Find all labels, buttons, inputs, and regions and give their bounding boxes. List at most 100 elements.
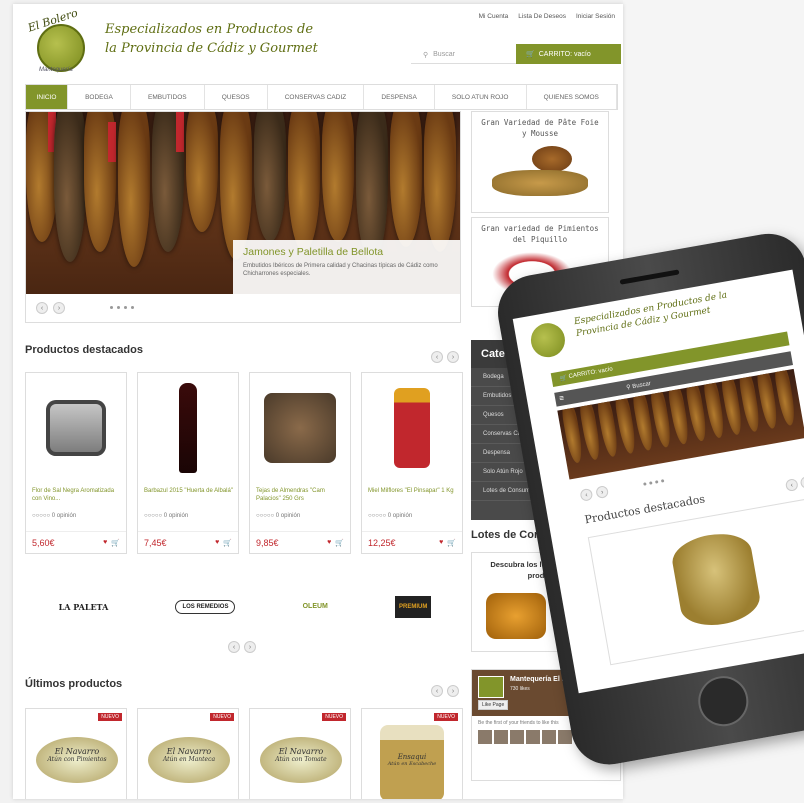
wishlist-heart-icon[interactable]: ♥ — [215, 539, 219, 547]
slider-dot[interactable] — [643, 482, 647, 486]
product-image — [250, 373, 350, 483]
brand-prev-button[interactable]: ‹ — [228, 641, 240, 653]
featured-title: Productos destacados — [25, 344, 143, 356]
product-card[interactable]: NUEVO El Navarro Atún con Tomate — [249, 708, 351, 799]
latest-arrows: ‹ › — [431, 685, 459, 697]
latest-next-button[interactable]: › — [447, 685, 459, 697]
brand-logo[interactable]: LA PALETA — [59, 602, 109, 612]
featured-next-button[interactable]: › — [447, 351, 459, 363]
slider-dot[interactable] — [660, 479, 665, 483]
food-toast-image — [492, 170, 588, 196]
slider-prev-button[interactable]: ‹ — [36, 302, 48, 314]
nav-quesos[interactable]: QUESOS — [205, 85, 268, 109]
avatar[interactable] — [558, 730, 572, 744]
product-name[interactable]: Miel Milflores "El Pinsapar" 1 Kg — [368, 487, 460, 495]
avatar[interactable] — [510, 730, 524, 744]
wishlist-link[interactable]: Lista De Deseos — [518, 13, 566, 20]
nav-solo-atun-rojo[interactable]: SOLO ATUN ROJO — [435, 85, 527, 109]
cart-button[interactable]: 🛒 CARRITO: vacío — [516, 44, 621, 64]
product-image — [138, 373, 238, 483]
logo-emblem — [37, 24, 85, 72]
top-links: Mi Cuenta Lista De Deseos Iniciar Sesión — [479, 13, 615, 20]
avatar[interactable] — [494, 730, 508, 744]
nav-quienes-somos[interactable]: QUIENES SOMOS — [527, 85, 617, 109]
nav-despensa[interactable]: DESPENSA — [364, 85, 435, 109]
add-to-cart-icon[interactable]: 🛒 — [111, 539, 120, 547]
product-card[interactable]: Tejas de Almendras "Cam Palacios" 250 Gr… — [249, 372, 351, 554]
add-to-cart-icon[interactable]: 🛒 — [335, 539, 344, 547]
promo-text: Gran Variedad de Pâte Foie y Mousse — [481, 118, 599, 138]
product-name[interactable]: Barbazul 2015 "Huerta de Albalá" — [144, 487, 236, 495]
brand-carousel: LA PALETA LOS REMEDIOS OLEUM PREMIUM — [25, 579, 465, 634]
product-card[interactable]: Barbazul 2015 "Huerta de Albalá" ○○○○○ 0… — [137, 372, 239, 554]
facebook-like-button[interactable]: Like Page — [478, 700, 509, 710]
product-card[interactable]: NUEVO Ensaqui Atún en Escabeche — [361, 708, 463, 799]
brand-controls: ‹ › — [228, 641, 256, 653]
avatar[interactable] — [526, 730, 540, 744]
product-price-row: 7,45€ ♥ 🛒 — [138, 531, 238, 553]
product-card[interactable]: NUEVO El Navarro Atún en Manteca — [137, 708, 239, 799]
slider-dot[interactable] — [649, 481, 653, 485]
slider-next-button[interactable]: › — [53, 302, 65, 314]
slider-dot[interactable] — [654, 480, 659, 484]
product-rating: ○○○○○ 0 opinión — [256, 513, 301, 519]
product-card[interactable]: NUEVO El Navarro Atún con Pimientos — [25, 708, 127, 799]
product-card[interactable]: Miel Milflores "El Pinsapar" 1 Kg ○○○○○ … — [361, 372, 463, 554]
avatar[interactable] — [542, 730, 556, 744]
slider-dots — [110, 306, 134, 309]
new-badge: NUEVO — [434, 713, 458, 721]
product-price: 5,60€ — [32, 537, 55, 548]
nav-embutidos[interactable]: EMBUTIDOS — [131, 85, 205, 109]
new-badge: NUEVO — [98, 713, 122, 721]
tagline-line-1: Especializados en Productos de — [105, 22, 314, 37]
wishlist-heart-icon[interactable]: ♥ — [327, 539, 331, 547]
product-image: El Navarro Atún con Tomate — [260, 737, 342, 783]
menu-icon[interactable]: ≡ — [558, 393, 564, 403]
brand-logo[interactable]: OLEUM — [303, 603, 328, 610]
add-to-cart-icon[interactable]: 🛒 — [447, 539, 456, 547]
product-image: Ensaqui Atún en Escabeche — [380, 725, 444, 799]
slide-title[interactable]: Jamones y Paletilla de Bellota — [243, 246, 452, 258]
product-price: 9,85€ — [256, 537, 279, 548]
site-tagline: Especializados en Productos de la Provin… — [105, 20, 318, 58]
slider-dot[interactable] — [110, 306, 113, 309]
slider-dot[interactable] — [131, 306, 134, 309]
search-input[interactable]: ⚲ Buscar — [411, 46, 516, 64]
featured-prev-button[interactable]: ‹ — [431, 351, 443, 363]
add-to-cart-icon[interactable]: 🛒 — [223, 539, 232, 547]
promo-pate-foie[interactable]: Gran Variedad de Pâte Foie y Mousse — [471, 111, 609, 213]
product-price-row: 9,85€ ♥ 🛒 — [250, 531, 350, 553]
login-link[interactable]: Iniciar Sesión — [576, 13, 615, 20]
nav-bodega[interactable]: BODEGA — [68, 85, 131, 109]
nav-conservas-cadiz[interactable]: CONSERVAS CADIZ — [268, 85, 365, 109]
product-name[interactable]: Tejas de Almendras "Cam Palacios" 250 Gr… — [256, 487, 348, 503]
mobile-slider-prev-button[interactable]: ‹ — [579, 487, 594, 502]
product-rating: ○○○○○ 0 opinión — [144, 513, 189, 519]
slider-dot[interactable] — [117, 306, 120, 309]
brand-logo[interactable]: LOS REMEDIOS — [175, 599, 236, 614]
brand-logo[interactable]: PREMIUM — [395, 595, 432, 618]
product-card[interactable]: Flor de Sal Negra Aromatizada con Vino..… — [25, 372, 127, 554]
mobile-featured-next-button[interactable]: › — [799, 475, 804, 490]
slider-controls: ‹ › — [36, 302, 65, 314]
mobile-slider-next-button[interactable]: › — [595, 485, 610, 500]
wishlist-heart-icon[interactable]: ♥ — [439, 539, 443, 547]
product-price-row: 5,60€ ♥ 🛒 — [26, 531, 126, 553]
mobile-product-card[interactable] — [587, 497, 804, 666]
nav-inicio[interactable]: INICIO — [26, 85, 68, 109]
mobile-featured-prev-button[interactable]: ‹ — [784, 478, 799, 492]
product-name[interactable]: Flor de Sal Negra Aromatizada con Vino..… — [32, 487, 124, 503]
product-price: 12,25€ — [368, 537, 396, 548]
latest-prev-button[interactable]: ‹ — [431, 685, 443, 697]
hero-slider[interactable]: Jamones y Paletilla de Bellota Embutidos… — [25, 111, 461, 323]
wishlist-heart-icon[interactable]: ♥ — [103, 539, 107, 547]
mobile-logo[interactable] — [528, 320, 568, 360]
my-account-link[interactable]: Mi Cuenta — [479, 13, 509, 20]
mobile-cart-label: CARRITO: vacío — [568, 366, 614, 381]
avatar[interactable] — [478, 730, 492, 744]
search-placeholder: Buscar — [433, 51, 455, 58]
slide-caption: Jamones y Paletilla de Bellota Embutidos… — [233, 240, 460, 294]
slider-dot[interactable] — [124, 306, 127, 309]
brand-next-button[interactable]: › — [244, 641, 256, 653]
product-image — [362, 373, 462, 483]
